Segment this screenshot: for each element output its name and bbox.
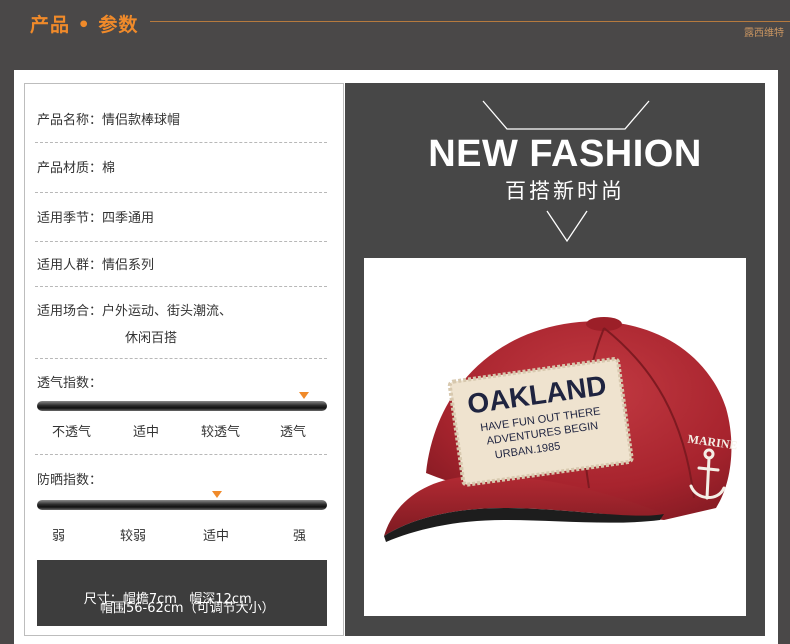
spec-occasion-value: 户外运动、街头潮流、 bbox=[102, 304, 233, 319]
spec-name-value: 情侣款棒球帽 bbox=[102, 113, 181, 128]
spec-people-value: 情侣系列 bbox=[102, 258, 155, 273]
spec-season-label: 适用季节： bbox=[37, 211, 103, 226]
baseball-cap-image: OAKLAND HAVE FUN OUT THERE ADVENTURES BE… bbox=[384, 317, 738, 542]
product-photo: OAKLAND HAVE FUN OUT THERE ADVENTURES BE… bbox=[364, 258, 746, 616]
spec-season-value: 四季通用 bbox=[102, 211, 155, 226]
divider bbox=[35, 192, 327, 193]
sun-protection-scale bbox=[37, 500, 327, 510]
breathability-tick: 不透气 bbox=[52, 425, 92, 440]
spec-material-label: 产品材质： bbox=[37, 161, 103, 176]
spec-row-season: 适用季节：四季通用 bbox=[37, 207, 327, 226]
promo-subtitle: 百搭新时尚 bbox=[505, 179, 625, 203]
sun-protection-tick: 适中 bbox=[203, 529, 230, 544]
spec-occasion-value-2: 休闲百搭 bbox=[125, 331, 178, 346]
divider bbox=[35, 286, 327, 287]
sun-protection-tick: 强 bbox=[293, 529, 307, 544]
divider bbox=[35, 241, 327, 242]
divider bbox=[35, 142, 327, 143]
spec-table: 产品名称：情侣款棒球帽 产品材质：棉 适用季节：四季通用 适用人群：情侣系列 适… bbox=[24, 83, 344, 636]
divider bbox=[35, 454, 327, 455]
top-chevron-decoration bbox=[482, 100, 650, 130]
sun-protection-label: 防晒指数： bbox=[37, 473, 103, 488]
sun-protection-tick: 弱 bbox=[52, 529, 66, 544]
breathability-tick: 适中 bbox=[133, 425, 160, 440]
breathability-tick: 透气 bbox=[280, 425, 307, 440]
spec-row-material: 产品材质：棉 bbox=[37, 157, 327, 176]
spec-row-name: 产品名称：情侣款棒球帽 bbox=[37, 109, 327, 128]
promo-title: NEW FASHION bbox=[428, 133, 702, 175]
brand-name: 露西维特 bbox=[744, 28, 784, 39]
sun-protection-tick: 较弱 bbox=[120, 529, 147, 544]
section-header: 产品 • 参数 露西维特 bbox=[0, 0, 790, 70]
sun-protection-marker bbox=[211, 491, 222, 498]
spec-row-occasion: 适用场合：户外运动、街头潮流、 bbox=[37, 300, 327, 319]
promo-area: NEW FASHION 百搭新时尚 OAKLAND HAVE FUN OUT T… bbox=[345, 83, 765, 636]
spec-occasion-label: 适用场合： bbox=[37, 304, 103, 319]
section-title: 产品 • 参数 bbox=[30, 14, 139, 36]
breathability-tick: 较透气 bbox=[201, 425, 241, 440]
breathability-label: 透气指数： bbox=[37, 376, 103, 391]
spec-people-label: 适用人群： bbox=[37, 258, 103, 273]
breathability-marker bbox=[298, 392, 309, 399]
size-value-2: 帽围56-62cm（可调节大小） bbox=[100, 601, 275, 616]
spec-name-label: 产品名称： bbox=[37, 113, 103, 128]
breathability-scale bbox=[37, 401, 327, 411]
header-divider bbox=[150, 21, 790, 22]
spec-material-value: 棉 bbox=[102, 161, 116, 176]
size-info: 尺寸：帽檐7cm 帽深12cm 帽围56-62cm（可调节大小） bbox=[37, 560, 327, 626]
spec-row-people: 适用人群：情侣系列 bbox=[37, 254, 327, 273]
down-chevron-icon bbox=[546, 210, 588, 243]
divider bbox=[35, 358, 327, 359]
